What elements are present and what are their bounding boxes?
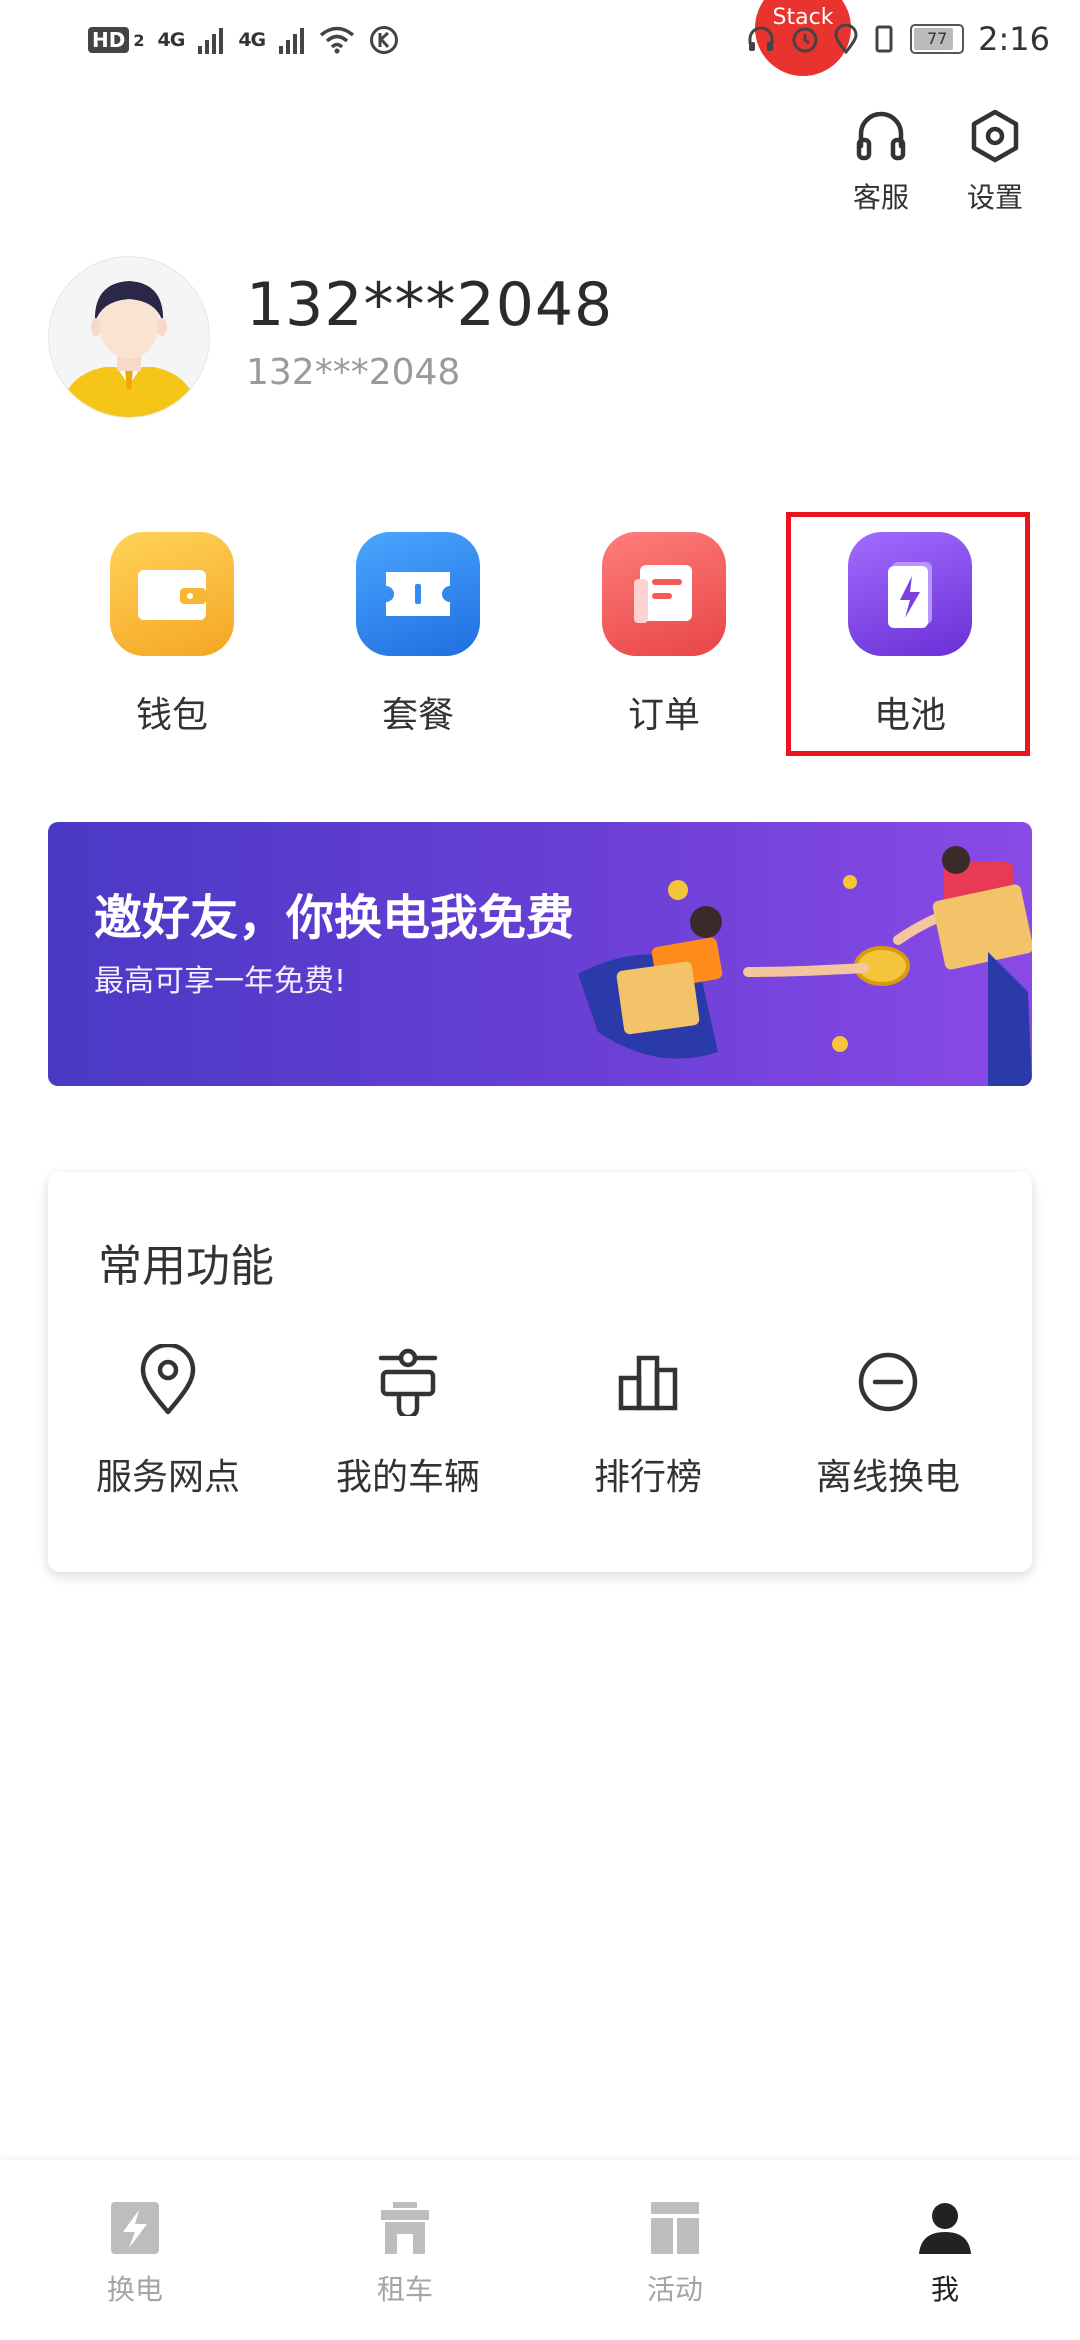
- wifi-icon: [319, 26, 355, 54]
- activity-icon: [649, 2200, 701, 2260]
- location-pin-icon: [135, 1342, 201, 1420]
- ranking-icon: [615, 1344, 681, 1420]
- settings-label: 设置: [966, 181, 1023, 214]
- rent-car-icon: [379, 2200, 431, 2260]
- orders-button[interactable]: 订单: [564, 532, 764, 738]
- tab-activity[interactable]: 活动: [585, 2200, 765, 2308]
- common-functions-card: 常用功能 服务网点 我的车辆 排行榜 离线换电: [48, 1172, 1032, 1572]
- service-points-label: 服务网点: [95, 1457, 240, 1498]
- signal-2-label: 4G: [238, 29, 266, 51]
- offline-swap-icon: [855, 1344, 921, 1420]
- battery-level: 77: [926, 29, 948, 48]
- swap-battery-icon: [109, 2200, 161, 2260]
- service-points-button[interactable]: 服务网点: [48, 1342, 288, 1500]
- vehicle-icon: [375, 1344, 441, 1420]
- k-app-icon: [369, 25, 399, 55]
- offline-swap-button[interactable]: 离线换电: [768, 1344, 1008, 1500]
- wallet-label: 钱包: [135, 695, 208, 736]
- clock: 2:16: [978, 20, 1050, 58]
- ranking-button[interactable]: 排行榜: [528, 1344, 768, 1500]
- order-icon: [602, 532, 726, 656]
- alarm-icon: [790, 24, 820, 54]
- invite-banner[interactable]: 邀好友，你换电我免费 最高可享一年免费!: [48, 822, 1032, 1086]
- signal-1-label: 4G: [157, 29, 185, 51]
- status-right: 77 2:16: [746, 14, 1050, 64]
- package-button[interactable]: 套餐: [318, 532, 518, 738]
- user-phone: 132***2048: [246, 352, 461, 393]
- common-functions-title: 常用功能: [98, 1241, 274, 1292]
- tab-swap-battery-label: 换电: [106, 2273, 163, 2306]
- tab-activity-label: 活动: [646, 2273, 703, 2306]
- customer-service-label: 客服: [852, 181, 909, 214]
- tab-profile-label: 我: [930, 2273, 959, 2306]
- tab-swap-battery[interactable]: 换电: [45, 2200, 225, 2308]
- avatar[interactable]: [48, 256, 210, 418]
- tab-rent-car-label: 租车: [376, 2273, 433, 2306]
- hd-sub: 2: [133, 30, 144, 50]
- settings-button[interactable]: 设置: [940, 106, 1050, 216]
- package-label: 套餐: [381, 695, 454, 736]
- my-vehicle-label: 我的车辆: [335, 1457, 480, 1498]
- wallet-button[interactable]: 钱包: [72, 532, 272, 738]
- ticket-icon: [356, 532, 480, 656]
- status-bar: HD 2 4G 4G Stack 77 2:16: [0, 0, 1080, 80]
- my-vehicle-button[interactable]: 我的车辆: [288, 1344, 528, 1500]
- ranking-label: 排行榜: [593, 1457, 702, 1498]
- location-status-icon: [834, 24, 858, 54]
- banner-subtitle: 最高可享一年免费!: [94, 964, 347, 999]
- orders-label: 订单: [627, 695, 700, 736]
- user-name: 132***2048: [246, 270, 614, 340]
- hd-badge: HD: [88, 27, 130, 53]
- tab-rent-car[interactable]: 租车: [315, 2200, 495, 2308]
- offline-swap-label: 离线换电: [815, 1457, 960, 1498]
- vibrate-icon: [872, 24, 896, 54]
- customer-service-button[interactable]: 客服: [826, 106, 936, 216]
- tab-profile[interactable]: 我: [855, 2200, 1035, 2308]
- wallet-icon: [110, 532, 234, 656]
- profile-icon: [917, 2200, 973, 2260]
- status-left: HD 2 4G 4G: [88, 18, 399, 62]
- highlight-box: [786, 512, 1030, 756]
- battery-status-icon: 77: [910, 24, 965, 54]
- headphones-status-icon: [746, 24, 776, 54]
- signal-1-icon: [198, 26, 224, 54]
- headset-icon: [851, 106, 911, 170]
- settings-icon: [965, 106, 1025, 170]
- bottom-tab-bar: 换电 租车 活动 我: [0, 2160, 1080, 2340]
- signal-2-icon: [279, 26, 305, 54]
- banner-illustration: [578, 846, 1032, 1086]
